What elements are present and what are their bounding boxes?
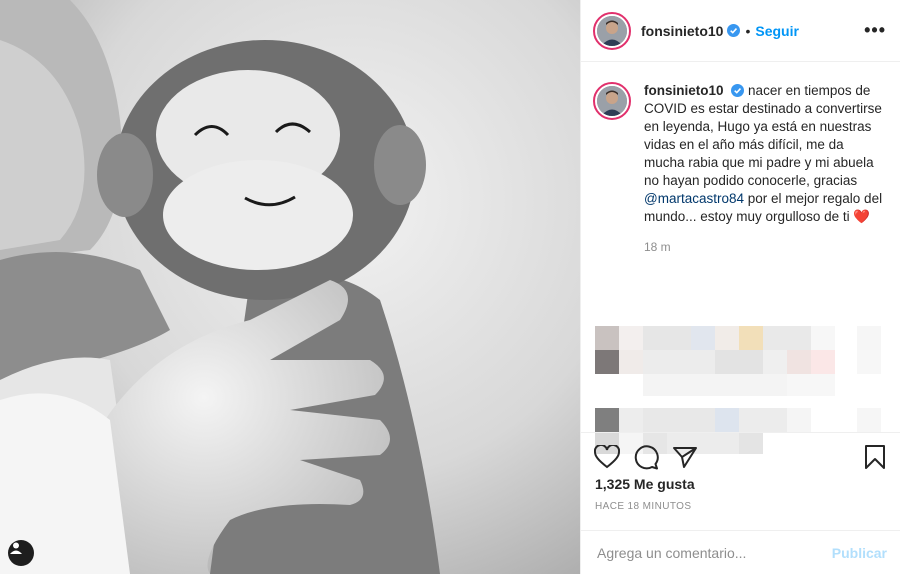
publish-button[interactable]: Publicar	[832, 545, 887, 561]
post-timestamp: HACE 18 MINUTOS	[595, 501, 692, 512]
caption-body: nacer en tiempos de COVID es estar desti…	[644, 83, 882, 188]
post-sidebar: fonsinieto10 • Seguir ••• fonsinieto10 n…	[580, 0, 900, 574]
post-caption: fonsinieto10 nacer en tiempos de COVID e…	[593, 82, 886, 226]
caption-avatar[interactable]	[593, 82, 631, 120]
separator-dot: •	[745, 22, 751, 39]
post-header: fonsinieto10 • Seguir •••	[581, 0, 900, 62]
user-tag-icon[interactable]	[8, 540, 34, 566]
photo-illustration	[0, 0, 580, 574]
post-actions	[581, 432, 900, 480]
bookmark-icon[interactable]	[861, 443, 889, 471]
verified-icon	[727, 24, 741, 37]
caption-username[interactable]: fonsinieto10	[644, 83, 724, 98]
comment-input[interactable]	[595, 543, 832, 562]
post-photo[interactable]	[0, 0, 580, 574]
caption-mention[interactable]: @martacastro84	[644, 191, 744, 206]
comment-icon[interactable]	[632, 443, 660, 471]
author-username[interactable]: fonsinieto10	[641, 23, 723, 39]
caption-verified-icon	[731, 84, 745, 97]
avatar[interactable]	[593, 11, 631, 50]
more-options-icon[interactable]: •••	[864, 20, 886, 41]
share-icon[interactable]	[671, 443, 699, 471]
heart-icon[interactable]	[593, 443, 621, 471]
likes-count[interactable]: 1,325 Me gusta	[595, 476, 695, 492]
comments-area: fonsinieto10 nacer en tiempos de COVID e…	[581, 62, 900, 454]
instagram-post: fonsinieto10 • Seguir ••• fonsinieto10 n…	[0, 0, 900, 574]
caption-text: fonsinieto10 nacer en tiempos de COVID e…	[644, 82, 884, 226]
follow-button[interactable]: Seguir	[755, 23, 799, 39]
caption-time: 18 m	[644, 240, 671, 254]
comment-bar: Publicar	[581, 530, 900, 574]
